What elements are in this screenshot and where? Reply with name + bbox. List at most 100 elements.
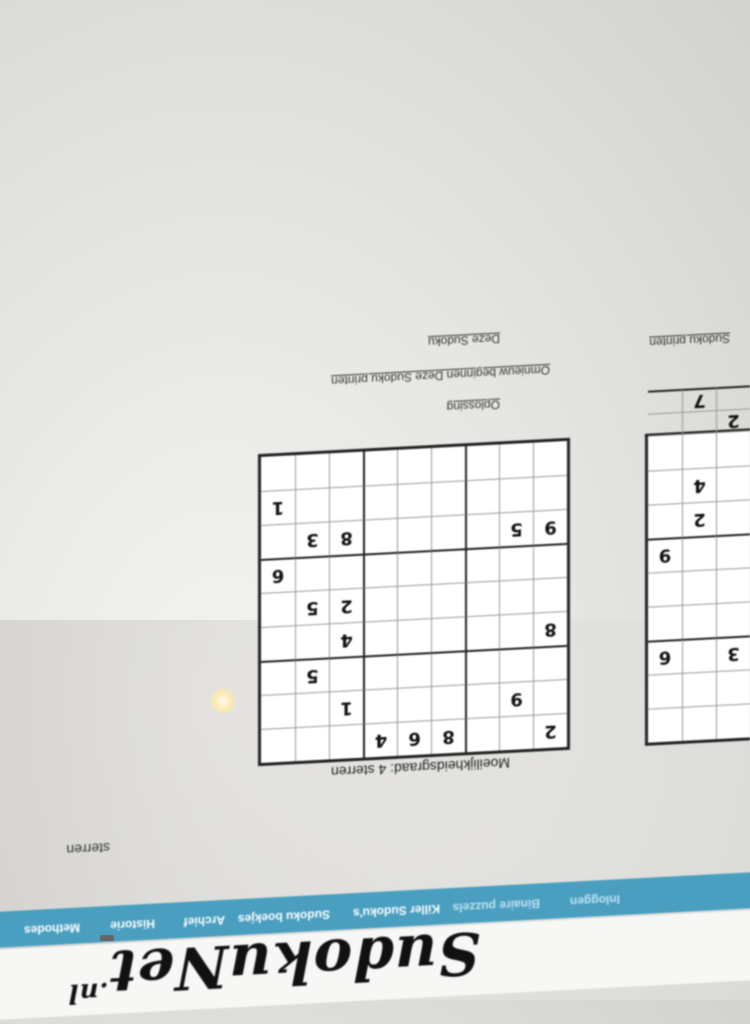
main-cell[interactable] (431, 650, 465, 687)
main-cell[interactable] (261, 591, 295, 627)
main-cell[interactable] (533, 542, 567, 579)
main-cell[interactable] (261, 727, 295, 763)
main-cell[interactable] (431, 616, 465, 653)
main-cell[interactable]: 2 (533, 712, 567, 749)
main-cell[interactable]: 9 (533, 508, 567, 545)
left-cell[interactable] (716, 465, 750, 502)
left-cell[interactable]: 3 (716, 635, 750, 672)
main-cell[interactable] (465, 648, 499, 685)
main-cell[interactable] (295, 691, 329, 728)
main-cell[interactable]: 8 (431, 718, 465, 755)
main-cell[interactable]: 8 (533, 610, 567, 647)
main-cell[interactable] (465, 580, 499, 617)
main-cell[interactable] (397, 550, 431, 586)
main-cell[interactable] (465, 512, 499, 549)
left-cell[interactable] (648, 672, 682, 709)
main-cell[interactable] (397, 584, 431, 620)
main-cell[interactable]: 2 (329, 587, 363, 624)
left-cell[interactable] (716, 499, 750, 536)
nav-binaire-puzzels[interactable]: Binaire puzzels (453, 896, 540, 915)
left-cell[interactable] (682, 433, 716, 469)
nav-archief[interactable]: Archief (184, 913, 225, 929)
left-cell[interactable] (648, 502, 682, 539)
main-cell[interactable] (397, 448, 431, 484)
left-cell[interactable] (648, 570, 682, 607)
left-cell[interactable] (648, 706, 682, 743)
main-cell[interactable] (533, 440, 567, 477)
left-cell[interactable] (716, 567, 750, 604)
main-cell[interactable] (499, 612, 533, 649)
main-cell[interactable]: 5 (295, 589, 329, 626)
main-cell[interactable] (329, 553, 363, 590)
main-cell[interactable] (363, 585, 397, 622)
main-cell[interactable] (397, 516, 431, 552)
left-cell[interactable] (716, 601, 750, 638)
main-cell[interactable]: 3 (295, 521, 329, 558)
left-cell[interactable] (716, 533, 750, 570)
main-cell[interactable] (397, 686, 431, 722)
main-cell[interactable] (295, 623, 329, 660)
main-cell[interactable] (397, 652, 431, 688)
main-cell[interactable]: 6 (397, 720, 431, 756)
main-cell[interactable] (261, 455, 295, 491)
main-cell[interactable] (363, 517, 397, 554)
left-cell[interactable] (648, 435, 682, 471)
left-cell[interactable] (682, 603, 716, 639)
main-cell[interactable] (431, 480, 465, 517)
main-cell[interactable] (465, 444, 499, 481)
main-cell[interactable] (499, 578, 533, 615)
main-cell[interactable] (329, 451, 363, 488)
main-cell[interactable] (397, 618, 431, 654)
left-cell[interactable] (682, 569, 716, 605)
left-cell[interactable]: 4 (682, 467, 716, 503)
left-cell[interactable]: 6 (648, 638, 682, 675)
nav-killer-sudoku[interactable]: Killer Sudoku's (353, 902, 440, 921)
main-cell[interactable] (363, 687, 397, 724)
main-cell[interactable]: 5 (295, 657, 329, 694)
main-cell[interactable] (465, 682, 499, 719)
nav-sudoku-boekjes[interactable]: Sudoku boekjes (238, 907, 330, 926)
left-cell[interactable] (648, 388, 682, 414)
nav-inloggen[interactable]: Inloggen (570, 892, 620, 909)
main-cell[interactable] (465, 478, 499, 515)
main-cell[interactable] (261, 659, 295, 695)
left-cell[interactable] (682, 705, 716, 741)
nav-historie[interactable]: Historie (110, 917, 155, 933)
main-cell[interactable]: 4 (363, 721, 397, 758)
left-cell[interactable] (716, 431, 750, 468)
left-cell[interactable] (682, 637, 716, 673)
main-cell[interactable] (329, 485, 363, 522)
left-cell[interactable] (682, 535, 716, 571)
main-cell[interactable] (533, 644, 567, 681)
left-cell[interactable] (648, 604, 682, 641)
left-cell[interactable] (716, 703, 750, 740)
main-cell[interactable]: 5 (499, 510, 533, 547)
left-print-link[interactable]: Sudoku printen (649, 331, 730, 349)
main-cell[interactable] (363, 483, 397, 520)
print-links[interactable]: Omnieuw beginnen Deze Sudoku printen (331, 363, 550, 388)
left-cell[interactable] (716, 385, 750, 411)
main-cell[interactable]: 8 (329, 519, 363, 556)
left-cell[interactable] (682, 671, 716, 707)
main-cell[interactable] (295, 725, 329, 762)
easy-sudoku-link[interactable]: Deze Sudoku (428, 331, 500, 349)
main-cell[interactable] (261, 523, 295, 559)
left-cell[interactable]: 2 (682, 501, 716, 537)
left-cell[interactable] (648, 468, 682, 505)
main-cell[interactable] (431, 548, 465, 585)
main-cell[interactable] (499, 442, 533, 479)
main-cell[interactable] (363, 653, 397, 690)
left-cell[interactable] (682, 410, 716, 434)
main-cell[interactable] (533, 474, 567, 511)
main-cell[interactable] (397, 482, 431, 518)
main-cell[interactable] (295, 453, 329, 490)
main-cell[interactable] (499, 646, 533, 683)
main-cell[interactable] (465, 716, 499, 753)
main-cell[interactable]: 1 (261, 489, 295, 525)
main-cell[interactable] (465, 546, 499, 583)
main-cell[interactable] (295, 487, 329, 524)
left-cell[interactable]: 7 (682, 387, 716, 412)
main-cell[interactable] (329, 723, 363, 760)
main-cell[interactable] (533, 678, 567, 715)
main-cell[interactable] (499, 714, 533, 751)
